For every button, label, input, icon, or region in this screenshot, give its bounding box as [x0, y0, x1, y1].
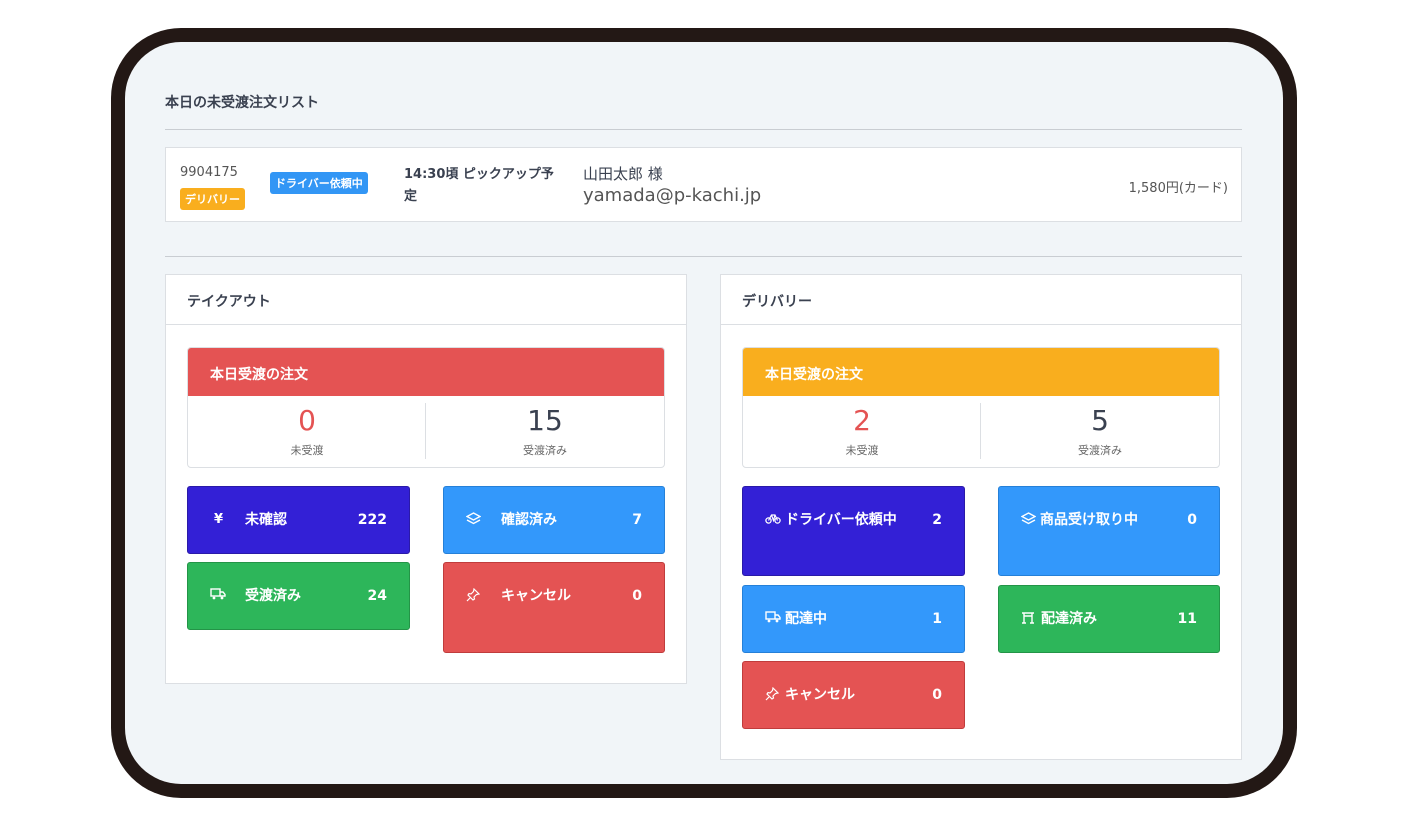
customer-email: yamada@p-kachi.jp: [583, 185, 762, 206]
tile-count: 2: [932, 512, 942, 528]
tile-delivering[interactable]: 配達中 1: [742, 585, 965, 653]
takeout-today-panel: 本日受渡の注文 0 未受渡 15 受渡済み: [187, 347, 665, 468]
tile-count: 0: [932, 687, 942, 703]
divider: [165, 256, 1242, 257]
tile-count: 0: [1187, 512, 1197, 528]
delivery-today-panel: 本日受渡の注文 2 未受渡 5 受渡済み: [742, 347, 1220, 468]
tile-delivered[interactable]: 受渡済み 24: [187, 562, 410, 630]
pin-icon: [466, 587, 481, 606]
tile-cancelled[interactable]: キャンセル 0: [742, 661, 965, 729]
tile-count: 7: [632, 512, 642, 528]
dashboard-screen: 本日の未受渡注文リスト 9904175 デリバリー ドライバー依頼中 14:30…: [125, 42, 1283, 784]
today-panel-header: 本日受渡の注文: [188, 348, 664, 396]
truck-icon: [210, 588, 226, 604]
tile-confirmed[interactable]: 確認済み 7: [443, 486, 665, 554]
tile-label: 確認済み: [501, 512, 557, 528]
done-label: 受渡済み: [1078, 444, 1122, 457]
order-type-badge: デリバリー: [180, 188, 245, 210]
today-panel-header: 本日受渡の注文: [743, 348, 1219, 396]
tile-count: 24: [367, 588, 387, 604]
takeout-title: テイクアウト: [187, 294, 271, 310]
tile-label: 商品受け取り中: [1040, 512, 1138, 528]
order-id: 9904175: [180, 165, 238, 180]
done-count: 15: [527, 404, 563, 437]
takeout-card: テイクアウト 本日受渡の注文 0 未受渡 15 受渡済み ¥ 未確認 222 確…: [165, 274, 687, 684]
tile-count: 11: [1177, 611, 1197, 627]
today-panel-title: 本日受渡の注文: [210, 367, 308, 383]
yen-icon: ¥: [214, 512, 224, 527]
tile-unconfirmed[interactable]: ¥ 未確認 222: [187, 486, 410, 554]
layers-icon: [465, 512, 482, 529]
delivery-card: デリバリー 本日受渡の注文 2 未受渡 5 受渡済み ドライバー依頼中 2 商品…: [720, 274, 1242, 760]
done-label: 受渡済み: [523, 444, 567, 457]
gate-icon: [1021, 611, 1035, 628]
tile-label: キャンセル: [785, 687, 855, 703]
done-count: 5: [1091, 404, 1109, 437]
pending-count: 0: [298, 404, 316, 437]
tile-label: キャンセル: [501, 588, 571, 604]
tile-picking-up[interactable]: 商品受け取り中 0: [998, 486, 1220, 576]
order-status-badge: ドライバー依頼中: [270, 172, 368, 194]
today-panel-title: 本日受渡の注文: [765, 367, 863, 383]
tile-label: 配達中: [785, 611, 827, 627]
tile-count: 1: [932, 611, 942, 627]
order-row[interactable]: 9904175 デリバリー ドライバー依頼中 14:30頃 ピックアップ予定 山…: [165, 147, 1242, 222]
truck-icon: [765, 611, 781, 627]
pending-label: 未受渡: [845, 444, 879, 457]
customer-name: 山田太郎 様: [583, 165, 663, 183]
tile-cancelled[interactable]: キャンセル 0: [443, 562, 665, 653]
tile-delivered[interactable]: 配達済み 11: [998, 585, 1220, 653]
card-header: デリバリー: [721, 275, 1241, 325]
divider: [165, 129, 1242, 130]
order-price: 1,580円(カード): [1128, 181, 1228, 196]
tile-count: 222: [357, 512, 387, 528]
tile-label: 未確認: [245, 512, 287, 528]
card-header: テイクアウト: [166, 275, 686, 325]
order-pickup-time: 14:30頃 ピックアップ予定: [404, 167, 554, 204]
pending-label: 未受渡: [290, 444, 324, 457]
tile-driver-requested[interactable]: ドライバー依頼中 2: [742, 486, 965, 576]
pending-count: 2: [853, 404, 871, 437]
page-title: 本日の未受渡注文リスト: [165, 95, 319, 111]
pin-icon: [765, 686, 780, 705]
delivery-title: デリバリー: [742, 294, 812, 310]
tile-label: 受渡済み: [245, 588, 301, 604]
tile-label: ドライバー依頼中: [785, 512, 897, 528]
tile-count: 0: [632, 588, 642, 604]
tile-label: 配達済み: [1041, 611, 1097, 627]
